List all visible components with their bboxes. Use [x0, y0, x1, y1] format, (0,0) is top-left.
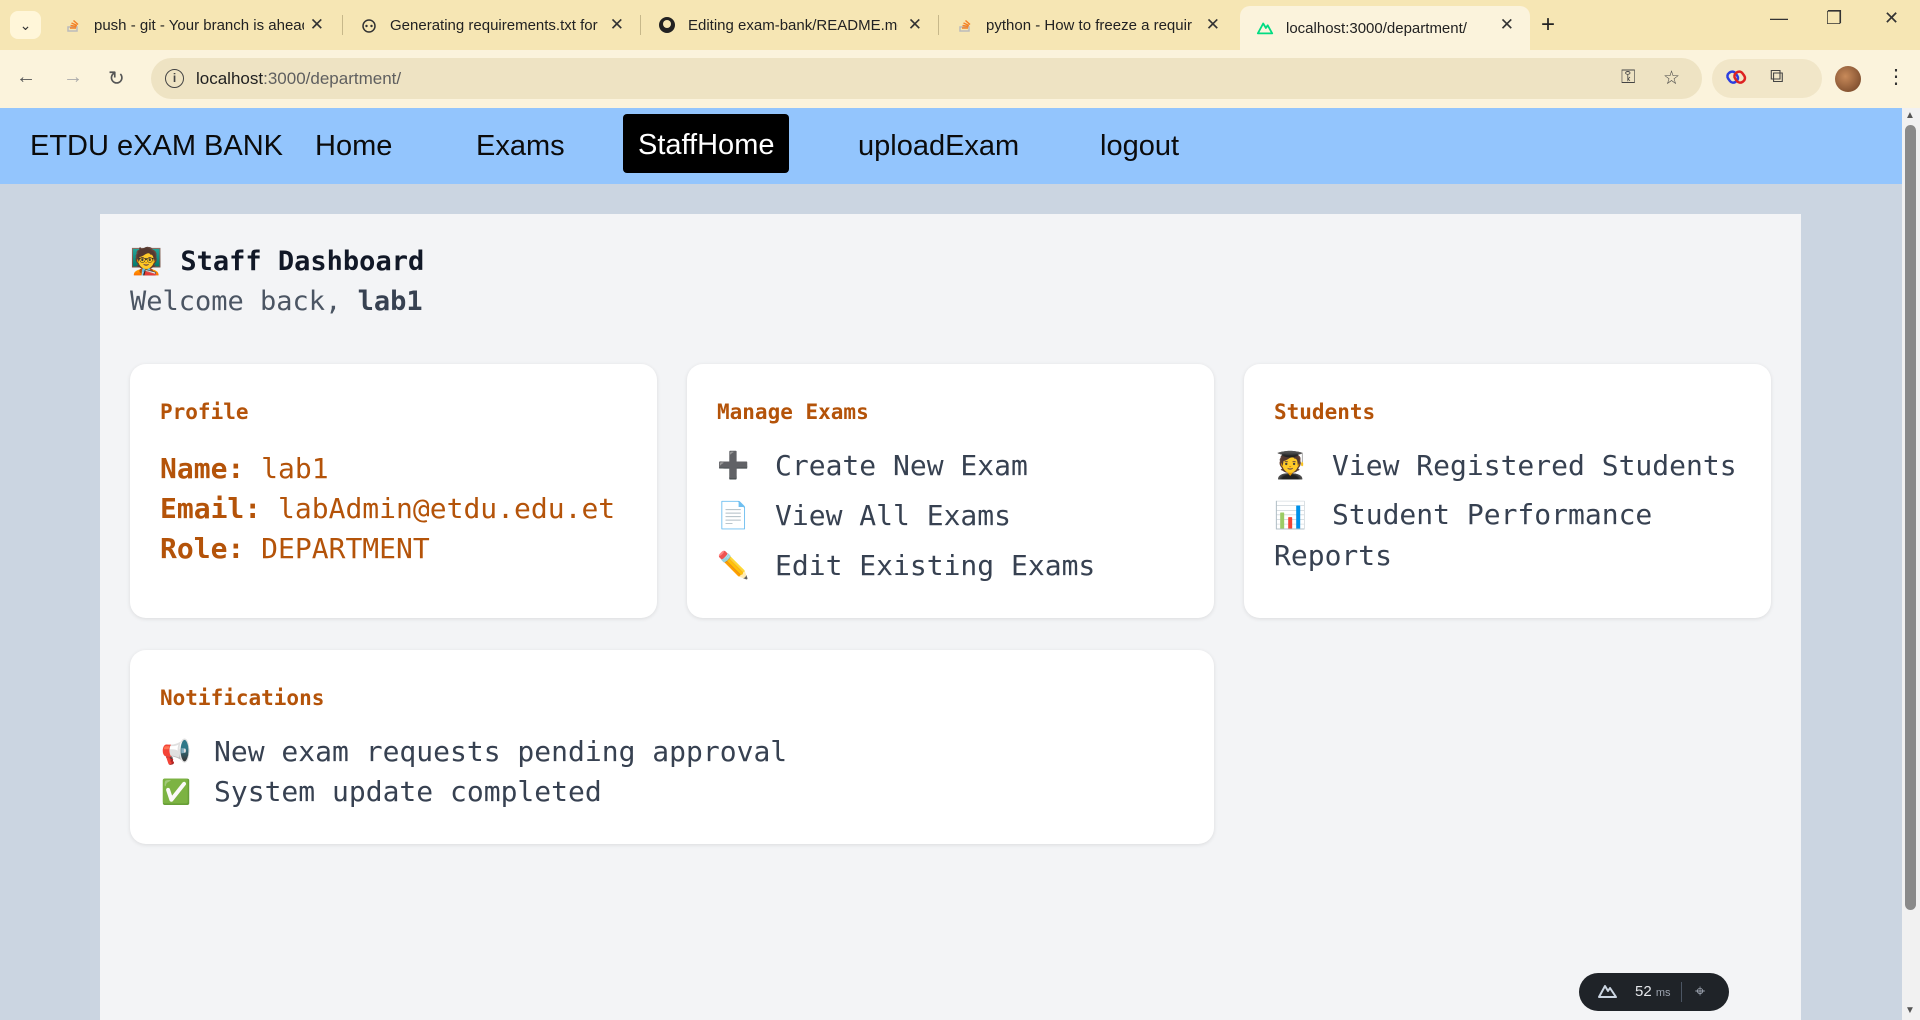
create-exam-link[interactable]: ➕ Create New Exam	[717, 441, 1095, 491]
toolbar: ← → ↻ i localhost:3000/department/ ⚿ ☆	[0, 50, 1920, 108]
chevron-down-icon: ⌄	[19, 16, 32, 33]
nav-link-logout[interactable]: logout	[1100, 130, 1179, 163]
scroll-down-icon[interactable]: ▼	[1905, 1005, 1915, 1016]
profile-card: Profile Name: lab1 Email: labAdmin@etdu.…	[130, 364, 657, 618]
url-text[interactable]: localhost:3000/department/	[196, 69, 401, 89]
nav-link-exams[interactable]: Exams	[476, 130, 565, 163]
stackoverflow-icon	[64, 16, 82, 34]
registered-students-link[interactable]: 🧑‍🎓 View Registered Students	[1274, 441, 1744, 491]
edit-exams-link[interactable]: ✏️ Edit Existing Exams	[717, 541, 1095, 591]
extensions-puzzle-icon[interactable]: ⧉	[1770, 66, 1784, 88]
scrollbar-thumb[interactable]	[1905, 125, 1916, 910]
welcome-message: Welcome back, lab1	[130, 286, 423, 317]
link-extension-icon[interactable]	[1725, 66, 1747, 94]
profile-email: Email: labAdmin@etdu.edu.et	[160, 492, 616, 525]
stackoverflow-icon	[956, 16, 974, 34]
site-info-icon[interactable]: i	[165, 69, 184, 88]
scroll-up-icon[interactable]: ▲	[1905, 110, 1915, 121]
bookmark-star-icon[interactable]: ☆	[1663, 67, 1680, 90]
render-time: 52 ms	[1635, 983, 1671, 1000]
nuxt-devtools-icon[interactable]	[1597, 983, 1619, 1004]
menu-kebab-icon[interactable]: ⋮	[1886, 64, 1906, 89]
copilot-icon	[360, 16, 378, 34]
welcome-prefix: Welcome back,	[130, 286, 358, 317]
tab-title: Editing exam-bank/README.md	[688, 16, 898, 34]
welcome-username: lab1	[357, 286, 423, 317]
tab-title: python - How to freeze a requir	[986, 16, 1192, 34]
site-navbar: ETDU eXAM BANK Home Exams StaffHome uplo…	[0, 108, 1902, 184]
document-icon: 📄	[717, 501, 750, 531]
close-icon[interactable]: ✕	[1206, 15, 1220, 35]
window-close-icon[interactable]: ✕	[1884, 8, 1899, 29]
bar-chart-icon: 📊	[1274, 501, 1307, 531]
check-icon: ✅	[161, 778, 191, 806]
profile-name: Name: lab1	[160, 452, 329, 485]
reload-icon[interactable]: ↻	[108, 66, 125, 91]
devtools-pill[interactable]: 52 ms ⌖	[1579, 973, 1729, 1011]
profile-role: Role: DEPARTMENT	[160, 532, 430, 565]
teacher-icon: 🧑‍🏫	[130, 246, 163, 277]
close-icon[interactable]: ✕	[1500, 15, 1514, 35]
password-key-icon[interactable]: ⚿	[1621, 67, 1635, 89]
tab-strip: ⌄ push - git - Your branch is ahead ✕ Ge…	[0, 0, 1920, 50]
site-brand[interactable]: ETDU eXAM BANK	[30, 130, 283, 163]
new-tab-button[interactable]: +	[1541, 11, 1555, 39]
restore-icon[interactable]: ❐	[1826, 8, 1842, 29]
nav-link-uploadexam[interactable]: uploadExam	[858, 130, 1019, 163]
view-exams-link[interactable]: 📄 View All Exams	[717, 491, 1095, 541]
browser-tab-1[interactable]: push - git - Your branch is ahead ✕	[48, 0, 340, 50]
close-icon[interactable]: ✕	[908, 15, 922, 35]
notifications-card: Notifications 📢 New exam requests pendin…	[130, 650, 1214, 844]
github-icon	[658, 16, 676, 34]
notification-item: 📢 New exam requests pending approval	[160, 732, 787, 772]
avatar[interactable]	[1835, 66, 1861, 92]
nav-link-staffhome[interactable]: StaffHome	[623, 114, 790, 173]
profile-heading: Profile	[160, 400, 249, 424]
tab-title: push - git - Your branch is ahead	[94, 16, 304, 34]
inspect-target-icon[interactable]: ⌖	[1695, 981, 1705, 1002]
pencil-icon: ✏️	[717, 551, 750, 581]
dashboard-panel: 🧑‍🏫 Staff Dashboard Welcome back, lab1 P…	[100, 214, 1801, 1020]
manage-exams-card: Manage Exams ➕ Create New Exam 📄 View Al…	[687, 364, 1214, 618]
notification-item: ✅ System update completed	[160, 772, 787, 812]
tab-search-button[interactable]: ⌄	[10, 11, 41, 39]
back-icon[interactable]: ←	[16, 66, 36, 89]
page-title-text: Staff Dashboard	[180, 246, 425, 277]
manage-exams-heading: Manage Exams	[717, 400, 869, 424]
students-heading: Students	[1274, 400, 1376, 424]
plus-icon: ➕	[717, 451, 750, 481]
browser-tab-3[interactable]: Editing exam-bank/README.md ✕	[642, 0, 938, 50]
tab-title: localhost:3000/department/	[1286, 19, 1467, 37]
forward-icon[interactable]: →	[63, 66, 83, 89]
nuxt-icon	[1256, 19, 1274, 37]
minimize-icon[interactable]: —	[1770, 8, 1788, 29]
tab-title: Generating requirements.txt for	[390, 16, 598, 34]
student-icon: 🧑‍🎓	[1274, 451, 1307, 481]
address-bar[interactable]: i localhost:3000/department/ ⚿ ☆	[151, 58, 1702, 99]
close-icon[interactable]: ✕	[610, 15, 624, 35]
performance-reports-link[interactable]: 📊 Student Performance Reports	[1274, 495, 1744, 576]
page-title: 🧑‍🏫 Staff Dashboard	[130, 246, 424, 277]
browser-tab-active[interactable]: localhost:3000/department/ ✕	[1240, 6, 1530, 50]
students-card: Students 🧑‍🎓 View Registered Students 📊 S…	[1244, 364, 1771, 618]
nav-link-home[interactable]: Home	[315, 130, 392, 163]
close-icon[interactable]: ✕	[310, 15, 324, 35]
browser-tab-2[interactable]: Generating requirements.txt for ✕	[344, 0, 640, 50]
notifications-heading: Notifications	[160, 686, 325, 710]
megaphone-icon: 📢	[161, 738, 191, 766]
browser-tab-4[interactable]: python - How to freeze a requir ✕	[940, 0, 1236, 50]
